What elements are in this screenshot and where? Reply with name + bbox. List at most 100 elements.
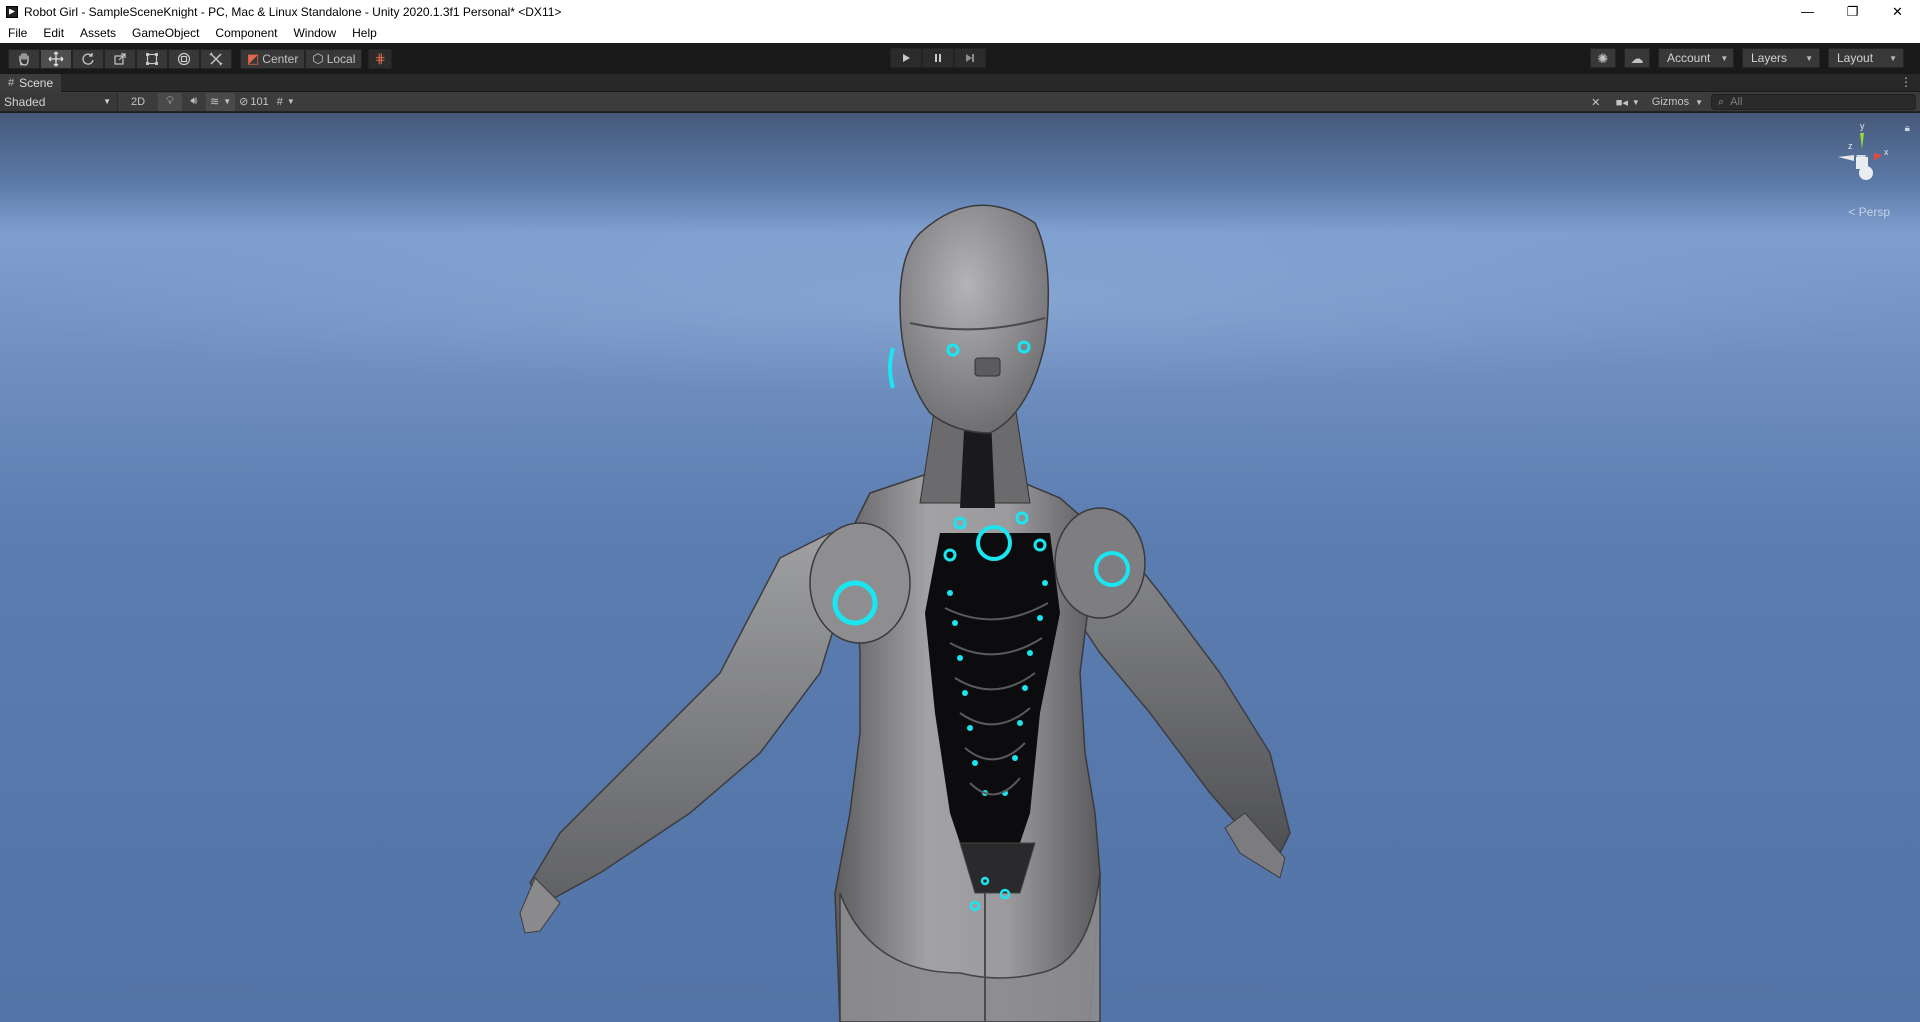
speaker-icon: 🔊︎ xyxy=(190,95,198,107)
scene-toolbar: Shaded ▼ 2D 💡︎ 🔊︎ ≋ ▼ ⊘ 101 # ▼ ✕ ■◂ ▼ Gizm… xyxy=(0,92,1920,112)
chevron-down-icon: ▼ xyxy=(223,97,232,106)
eye-slash-icon: ⊘ xyxy=(239,96,249,108)
draw-mode-dropdown[interactable]: Shaded ▼ xyxy=(0,92,118,111)
kebab-menu-icon[interactable]: ⋮ xyxy=(1900,75,1912,89)
hidden-objects-toggle[interactable]: ⊘ 101 xyxy=(235,93,273,111)
layers-label: Layers xyxy=(1751,51,1788,65)
hand-tool-button[interactable] xyxy=(8,48,40,69)
scene-hash-icon: # xyxy=(8,76,15,89)
tools-icon xyxy=(209,52,223,65)
collab-button[interactable]: ✺ xyxy=(1590,48,1616,68)
projection-text: Persp xyxy=(1858,205,1890,219)
custom-tool-button[interactable] xyxy=(200,48,232,69)
pivot-rotation-button[interactable]: ⬡ Local xyxy=(305,48,363,69)
grid-snap-button[interactable]: ⋕ xyxy=(368,48,393,69)
chevron-down-icon: ▼ xyxy=(1695,97,1703,107)
close-button[interactable]: ✕ xyxy=(1875,0,1920,23)
right-shoulder xyxy=(1054,507,1146,619)
pivot-center-icon: ◩ xyxy=(247,51,260,66)
pivot-controls: ◩ Center ⬡ Local xyxy=(240,48,363,69)
play-icon xyxy=(903,54,910,62)
head-port xyxy=(974,357,1001,377)
pivot-rotation-label: Local xyxy=(326,51,356,66)
chevron-down-icon: ▼ xyxy=(103,97,111,106)
unity-logo-icon xyxy=(6,5,18,18)
scene-tab-bar: # Scene ⋮ xyxy=(0,73,1920,92)
rotate-tool-button[interactable] xyxy=(72,48,104,69)
projection-label[interactable]: < Persp xyxy=(1848,205,1890,219)
layout-dropdown[interactable]: Layout ▼ xyxy=(1828,48,1904,68)
scene-toolbar-right: ✕ ■◂ ▼ Gizmos ▼ ⌕ All xyxy=(1584,93,1916,111)
grid-icon: # xyxy=(276,95,283,108)
combined-transform-icon xyxy=(177,52,191,65)
draw-mode-label: Shaded xyxy=(4,94,46,109)
effects-dropdown[interactable]: ≋ ▼ xyxy=(206,92,236,111)
hand-icon xyxy=(19,52,29,66)
menu-window[interactable]: Window xyxy=(285,23,344,43)
hidden-count: 101 xyxy=(250,95,269,108)
scene-tools-button[interactable]: ✕ xyxy=(1584,93,1608,111)
lighting-toggle[interactable]: 💡︎ xyxy=(158,92,182,111)
transform-tools xyxy=(8,48,232,69)
menu-gameobject[interactable]: GameObject xyxy=(124,23,207,43)
play-button[interactable] xyxy=(890,48,922,68)
local-cube-icon: ⬡ xyxy=(312,51,324,66)
chevron-down-icon: ▼ xyxy=(1720,53,1729,63)
grid-dropdown[interactable]: # ▼ xyxy=(273,93,299,111)
2d-toggle[interactable]: 2D xyxy=(126,93,150,111)
tab-scene-label: Scene xyxy=(19,75,54,90)
scene-viewport[interactable]: y x z 🔒︎ < Persp xyxy=(0,113,1920,1022)
cloud-button[interactable]: ☁ xyxy=(1624,48,1650,68)
menu-file[interactable]: File xyxy=(0,23,35,43)
camera-icon: ■◂ xyxy=(1615,96,1628,109)
scene-search-input[interactable]: ⌕ All xyxy=(1711,94,1916,110)
account-label: Account xyxy=(1667,51,1711,65)
menu-component[interactable]: Component xyxy=(207,23,285,43)
menu-edit[interactable]: Edit xyxy=(35,23,72,43)
camera-dropdown[interactable]: ■◂ ▼ xyxy=(1612,93,1644,111)
head xyxy=(899,204,1050,434)
chevron-down-icon: ▼ xyxy=(1631,97,1640,107)
lock-icon[interactable]: 🔒︎ xyxy=(1905,123,1910,134)
audio-toggle[interactable]: 🔊︎ xyxy=(182,93,206,111)
transform-tool-button[interactable] xyxy=(168,48,200,69)
gizmo-x-label: x xyxy=(1884,147,1889,157)
cloud-icon: ☁ xyxy=(1630,50,1644,66)
menu-help[interactable]: Help xyxy=(344,23,385,43)
restore-button[interactable]: ❐ xyxy=(1830,0,1875,23)
layout-label: Layout xyxy=(1837,51,1874,65)
title-bar: Robot Girl - SampleSceneKnight - PC, Mac… xyxy=(0,0,1920,23)
move-arrows-icon xyxy=(48,51,64,66)
rect-tool-button[interactable] xyxy=(136,48,168,69)
pause-button[interactable] xyxy=(922,48,954,68)
search-icon: ⌕ xyxy=(1718,95,1725,108)
lightbulb-icon: 💡︎ xyxy=(166,95,174,107)
chevron-down-icon: ▼ xyxy=(1889,53,1897,63)
move-tool-button[interactable] xyxy=(40,48,72,69)
toolbar-right: ✺ ☁ Account ▼ Layers ▼ Layout ▼ xyxy=(1590,48,1904,68)
chevron-down-icon: ▼ xyxy=(286,97,295,106)
scale-tool-button[interactable] xyxy=(104,48,136,69)
robot-girl-model[interactable] xyxy=(0,113,1920,1022)
scale-icon xyxy=(114,52,126,65)
menu-assets[interactable]: Assets xyxy=(72,23,124,43)
gizmo-y-label: y xyxy=(1860,121,1865,131)
layers-dropdown[interactable]: Layers ▼ xyxy=(1742,48,1820,68)
tab-scene[interactable]: # Scene xyxy=(0,73,62,92)
minimize-button[interactable]: — xyxy=(1785,0,1830,23)
pivot-mode-label: Center xyxy=(262,51,299,66)
pause-icon xyxy=(935,54,941,62)
search-placeholder: All xyxy=(1730,96,1743,108)
play-controls xyxy=(890,48,986,68)
effects-layers-icon: ≋ xyxy=(210,96,220,108)
gizmos-dropdown[interactable]: Gizmos ▼ xyxy=(1648,93,1707,111)
grid-snap-icon: ⋕ xyxy=(374,51,386,66)
orientation-gizmo[interactable]: y x z xyxy=(1830,121,1900,201)
persp-arrow-icon: < xyxy=(1848,205,1856,219)
gizmos-label: Gizmos xyxy=(1651,96,1690,108)
account-dropdown[interactable]: Account ▼ xyxy=(1658,48,1734,68)
tools-icon: ✕ xyxy=(1591,96,1601,109)
pivot-mode-button[interactable]: ◩ Center xyxy=(240,48,306,69)
step-button[interactable] xyxy=(954,48,986,68)
gizmo-z-label: z xyxy=(1848,141,1853,151)
